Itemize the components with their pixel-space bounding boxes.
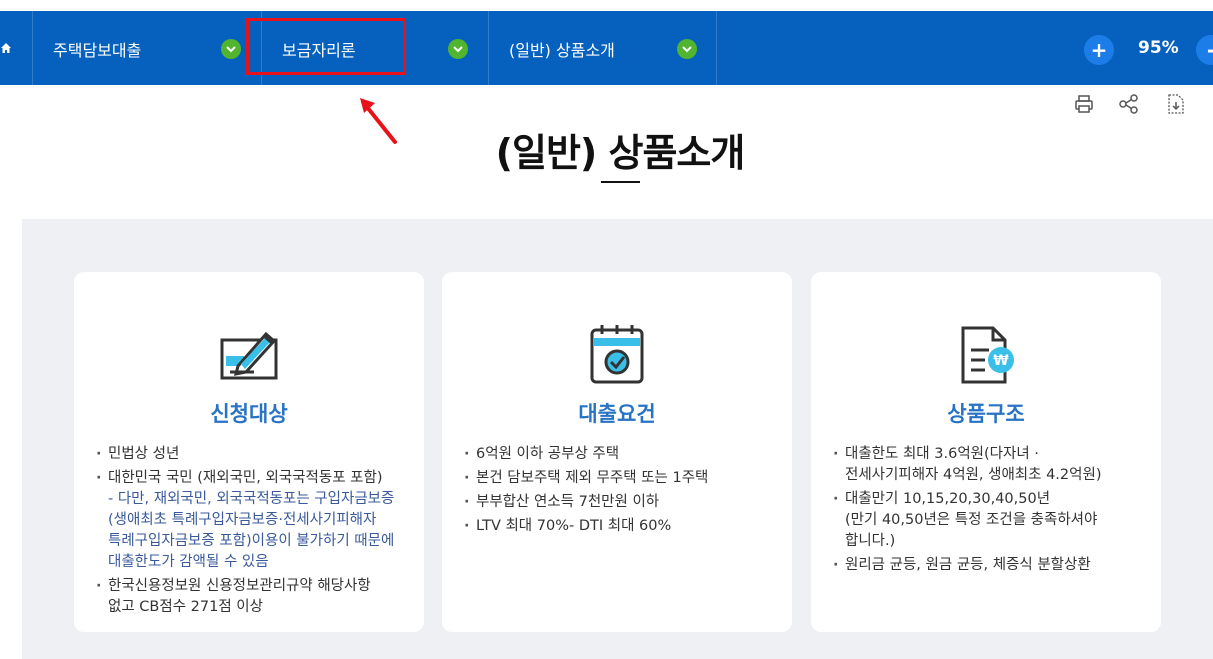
list-item-text: 대출만기 10,15,20,30,40,50년 (만기 40,50년은 특정 조… (845, 491, 1098, 549)
list-item-text: 한국신용정보원 신용정보관리규약 해당사항 없고 CB점수 271점 이상 (108, 578, 371, 615)
print-icon[interactable] (1073, 93, 1095, 115)
top-nav-bar: 주택담보대출 보금자리론 (일반) 상품소개 + 95% - (0, 11, 1213, 85)
list-item-text: 대출한도 최대 3.6억원(다자녀 · 전세사기피해자 4억원, 생애최초 4.… (845, 446, 1102, 483)
list-item: 대출만기 10,15,20,30,40,50년 (만기 40,50년은 특정 조… (831, 489, 1149, 552)
list-item: 본건 담보주택 제외 무주택 또는 1주택 (462, 468, 780, 489)
svg-text:₩: ₩ (993, 353, 1009, 369)
title-underline (601, 181, 640, 183)
page-title: (일반) 상품소개 (495, 131, 746, 175)
nav-menu-label: (일반) 상품소개 (509, 41, 615, 60)
home-icon (1, 43, 11, 53)
zoom-level: 95% (1138, 38, 1179, 58)
list-item: 6억원 이하 공부상 주택 (462, 444, 780, 465)
card-list: 민법상 성년 대한민국 국민 (재외국민, 외국국적동포 포함) - 다만, 재외… (94, 444, 412, 621)
list-item: LTV 최대 70%- DTI 최대 60% (462, 516, 780, 537)
list-item-text: 부부합산 연소득 7천만원 이하 (476, 494, 660, 510)
card-loan-requirements: 대출요건 6억원 이하 공부상 주택 본건 담보주택 제외 무주택 또는 1주택… (442, 272, 792, 632)
list-item-text: 민법상 성년 (108, 446, 180, 462)
card-list: 6억원 이하 공부상 주택 본건 담보주택 제외 무주택 또는 1주택 부부합산… (462, 444, 780, 540)
pen-check-icon (220, 331, 278, 380)
chevron-down-icon[interactable] (221, 39, 241, 59)
nav-menu-label: 보금자리론 (282, 41, 356, 60)
list-item: 대한민국 국민 (재외국민, 외국국적동포 포함) - 다만, 재외국민, 외국국… (94, 468, 412, 573)
list-item: 원리금 균등, 원금 균등, 체증식 분할상환 (831, 555, 1149, 576)
home-button[interactable] (0, 11, 32, 85)
share-icon[interactable] (1118, 93, 1140, 115)
list-item-text: 대한민국 국민 (재외국민, 외국국적동포 포함) (108, 470, 383, 486)
list-item: 한국신용정보원 신용정보관리규약 해당사항 없고 CB점수 271점 이상 (94, 576, 412, 618)
list-item-text: 6억원 이하 공부상 주택 (476, 446, 620, 462)
card-title: 대출요건 (578, 402, 656, 426)
list-item: 민법상 성년 (94, 444, 412, 465)
zoom-out-button[interactable]: - (1196, 35, 1213, 65)
document-won-icon: ₩ (961, 326, 1014, 384)
nav-menu-bogeumjari[interactable]: 보금자리론 (261, 11, 488, 85)
calendar-check-icon (590, 325, 644, 384)
chevron-down-icon[interactable] (448, 39, 468, 59)
nav-menu-mortgage[interactable]: 주택담보대출 (32, 11, 261, 85)
chevron-down-icon[interactable] (677, 39, 697, 59)
list-item-text: LTV 최대 70%- DTI 최대 60% (476, 518, 672, 534)
card-title: 신청대상 (210, 402, 288, 426)
list-item-note: - 다만, 재외국민, 외국국적동포는 구입자금보증 (생애최초 특례구입자금보… (108, 491, 395, 570)
list-item: 대출한도 최대 3.6억원(다자녀 · 전세사기피해자 4억원, 생애최초 4.… (831, 444, 1149, 486)
card-product-structure: ₩ 상품구조 대출한도 최대 3.6억원(다자녀 · 전세사기피해자 4억원, … (811, 272, 1161, 632)
nav-menu-product-intro[interactable]: (일반) 상품소개 (488, 11, 717, 85)
card-title: 상품구조 (947, 402, 1025, 426)
card-application-target: 신청대상 민법상 성년 대한민국 국민 (재외국민, 외국국적동포 포함) - 다… (74, 272, 424, 632)
nav-menu-label: 주택담보대출 (53, 41, 142, 60)
card-list: 대출한도 최대 3.6억원(다자녀 · 전세사기피해자 4억원, 생애최초 4.… (831, 444, 1149, 579)
zoom-in-button[interactable]: + (1084, 35, 1114, 65)
document-download-icon[interactable] (1165, 93, 1187, 115)
list-item-text: 원리금 균등, 원금 균등, 체증식 분할상환 (845, 557, 1091, 573)
list-item: 부부합산 연소득 7천만원 이하 (462, 492, 780, 513)
list-item-text: 본건 담보주택 제외 무주택 또는 1주택 (476, 470, 709, 486)
